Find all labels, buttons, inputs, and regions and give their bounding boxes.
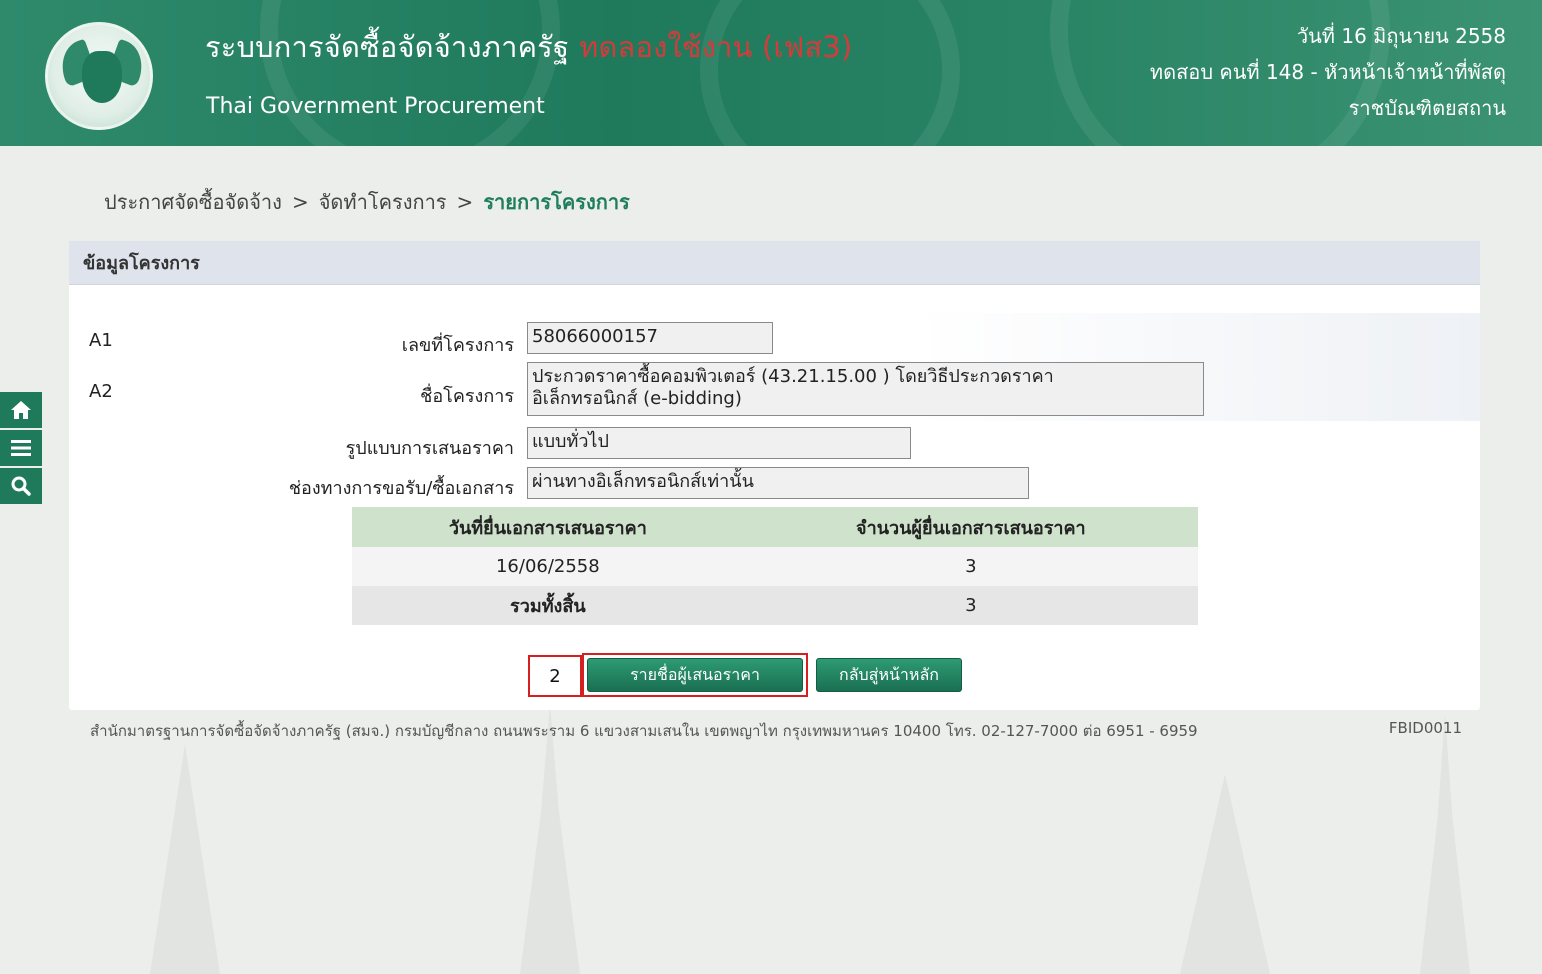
table-total-row: รวมทั้งสิ้น 3	[352, 586, 1198, 625]
bidder-count-cell: 3	[743, 547, 1198, 586]
search-icon[interactable]	[0, 468, 42, 506]
app-header: ระบบการจัดซื้อจัดจ้างภาครัฐ ทดลองใช้งาน (…	[0, 0, 1542, 146]
home-icon[interactable]	[0, 392, 42, 430]
menu-icon[interactable]	[0, 430, 42, 468]
column-header-submit-date: วันที่ยื่นเอกสารเสนอราคา	[352, 507, 744, 547]
column-header-bidder-count: จำนวนผู้ยื่นเอกสารเสนอราคา	[743, 507, 1198, 547]
submit-date-cell: 16/06/2558	[352, 547, 744, 586]
panel-title: ข้อมูลโครงการ	[69, 241, 1480, 285]
bid-format-label: รูปแบบการเสนอราคา	[345, 438, 514, 459]
footer-address: สำนักมาตรฐานการจัดซื้อจัดจ้างภาครัฐ (สมจ…	[90, 722, 1198, 740]
user-info: วันที่ 16 มิถุนายน 2558 ทดสอบ คนที่ 148 …	[1150, 18, 1506, 126]
step-callout: 2	[528, 655, 582, 697]
bidder-list-button[interactable]: รายชื่อผู้เสนอราคา	[587, 658, 803, 692]
background-temple-silhouette	[1420, 714, 1470, 974]
breadcrumb-item-announcement[interactable]: ประกาศจัดซื้อจัดจ้าง	[104, 190, 282, 214]
logo-garuda	[82, 51, 122, 103]
document-channel-field[interactable]: ผ่านทางอิเล็กทรอนิกส์เท่านั้น	[527, 467, 1029, 499]
current-date: วันที่ 16 มิถุนายน 2558	[1296, 24, 1506, 48]
side-toolbar	[0, 392, 42, 506]
app-title-text: ระบบการจัดซื้อจัดจ้างภาครัฐ	[205, 30, 570, 64]
project-name-field[interactable]: ประกวดราคาซื้อคอมพิวเตอร์ (43.21.15.00 )…	[527, 362, 1204, 416]
row-code-a1: A1	[89, 330, 113, 351]
organization-name: ราชบัณฑิตยสถาน	[1348, 96, 1506, 120]
page-code: FBID0011	[1388, 719, 1462, 737]
project-name-line-1: ประกวดราคาซื้อคอมพิวเตอร์ (43.21.15.00 )…	[532, 366, 1054, 387]
current-user: ทดสอบ คนที่ 148 - หัวหน้าเจ้าหน้าที่พัสด…	[1149, 60, 1506, 84]
bid-format-field[interactable]: แบบทั่วไป	[527, 427, 911, 459]
row-code-a2: A2	[89, 381, 113, 402]
project-name-label: ชื่อโครงการ	[420, 386, 514, 407]
background-temple-silhouette	[520, 704, 580, 974]
trial-label: ทดลองใช้งาน (เฟส3)	[579, 30, 853, 64]
comptroller-general-logo[interactable]	[45, 22, 153, 130]
project-number-label: เลขที่โครงการ	[401, 335, 514, 356]
table-header-row: วันที่ยื่นเอกสารเสนอราคา จำนวนผู้ยื่นเอก…	[352, 507, 1198, 547]
header-pattern	[700, 0, 960, 146]
background-temple-silhouette	[1180, 774, 1270, 974]
app-subtitle: Thai Government Procurement	[206, 94, 545, 119]
breadcrumb-item-project-setup[interactable]: จัดทำโครงการ	[319, 190, 447, 214]
breadcrumb: ประกาศจัดซื้อจัดจ้าง > จัดทำโครงการ > รายการ…	[104, 186, 630, 218]
project-name-line-2: อิเล็กทรอนิกส์ (e-bidding)	[532, 388, 742, 409]
back-to-home-button[interactable]: กลับสู่หน้าหลัก	[816, 658, 962, 692]
table-row: 16/06/2558 3	[352, 547, 1198, 586]
breadcrumb-separator: >	[456, 190, 474, 214]
bid-submission-table: วันที่ยื่นเอกสารเสนอราคา จำนวนผู้ยื่นเอก…	[352, 507, 1198, 625]
project-info-panel: ข้อมูลโครงการ A1 เลขที่โครงการ 580660001…	[69, 241, 1480, 710]
total-count-cell: 3	[743, 586, 1198, 625]
breadcrumb-item-current: รายการโครงการ	[483, 190, 630, 214]
document-channel-label: ช่องทางการขอรับ/ซื้อเอกสาร	[288, 478, 514, 499]
app-title: ระบบการจัดซื้อจัดจ้างภาครัฐ ทดลองใช้งาน (…	[205, 24, 852, 70]
breadcrumb-separator: >	[291, 190, 309, 214]
total-label-cell: รวมทั้งสิ้น	[352, 586, 744, 625]
background-temple-silhouette	[150, 744, 220, 974]
header-pattern	[260, 0, 560, 146]
project-number-field[interactable]: 58066000157	[527, 322, 773, 354]
